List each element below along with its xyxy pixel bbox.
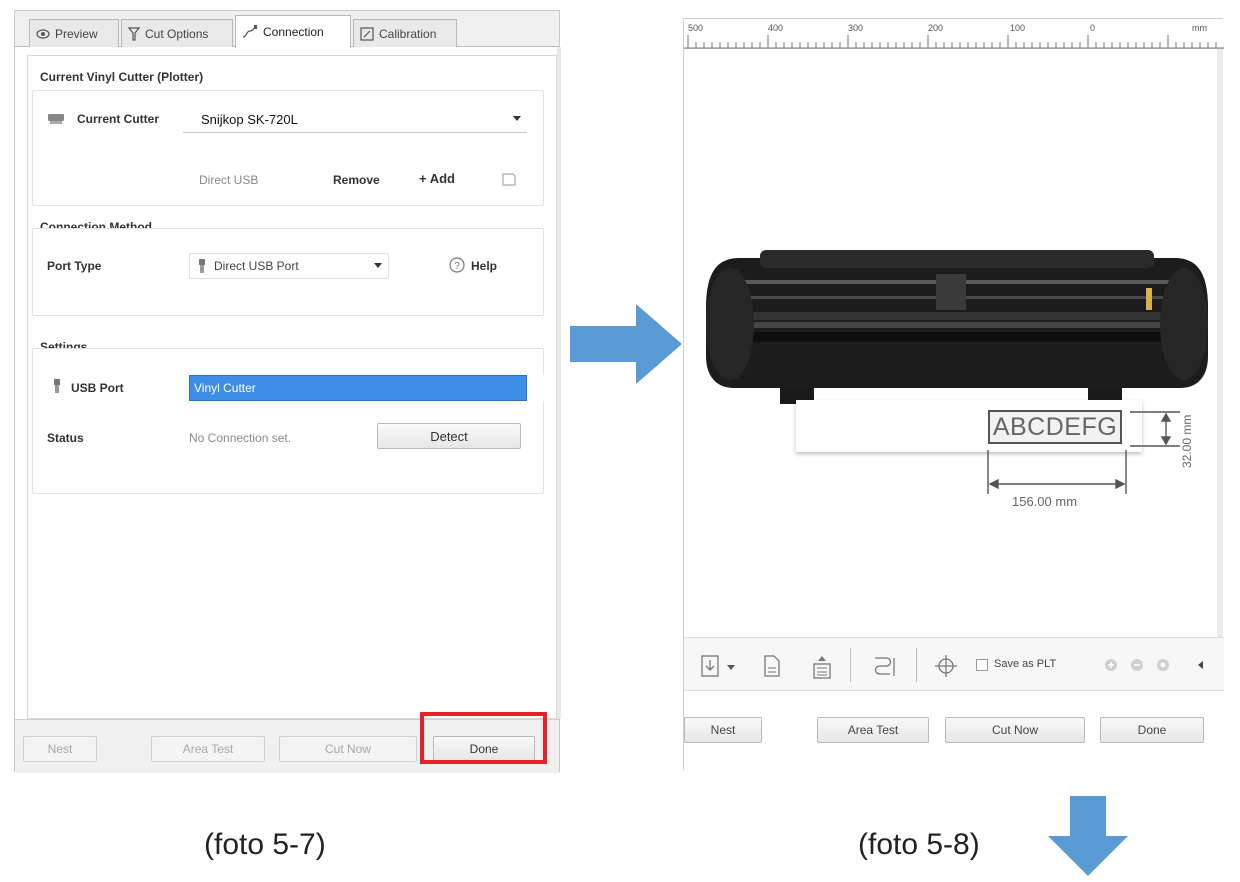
- ruler-label-300: 300: [848, 23, 864, 33]
- area-test-button[interactable]: Area Test: [817, 717, 929, 743]
- help-button[interactable]: Help: [471, 259, 497, 273]
- right-arrow-icon: [570, 304, 682, 384]
- weed-icon[interactable]: [810, 654, 834, 680]
- port-type-value: Direct USB Port: [214, 259, 299, 273]
- port-type-select[interactable]: Direct USB Port: [189, 253, 389, 279]
- ruler-ticks: [684, 35, 1224, 49]
- usb-port-dropdown-button[interactable]: [527, 375, 549, 401]
- tab-cut-options[interactable]: Cut Options: [121, 19, 233, 47]
- zoom-in-icon[interactable]: [1104, 658, 1118, 672]
- tab-bar: Preview Cut Options Connection Calibrati…: [15, 11, 559, 48]
- zoom-out-icon[interactable]: [1130, 658, 1144, 672]
- ruler-label-0: 0: [1090, 23, 1096, 33]
- current-cutter-section-title: Current Vinyl Cutter (Plotter): [40, 70, 204, 84]
- crosshair-icon[interactable]: [934, 654, 958, 678]
- current-cutter-select[interactable]: Snijkop SK-720L: [183, 107, 527, 133]
- connection-settings-panel: Current Vinyl Cutter (Plotter) Current C…: [27, 55, 557, 719]
- ruler-label-200: 200: [928, 23, 944, 33]
- plotter-icon: [48, 114, 64, 124]
- horizontal-ruler: 500 400 300 200 100 0 mm: [684, 19, 1224, 49]
- height-dimension-label: 32.00 mm: [1180, 414, 1194, 468]
- help-icon[interactable]: ?: [449, 257, 465, 273]
- usb-port-value: Vinyl Cutter: [194, 381, 256, 395]
- vinyl-cutter-image: [706, 250, 1208, 404]
- status-label: Status: [47, 431, 84, 445]
- current-cutter-value: Snijkop SK-720L: [201, 112, 298, 127]
- add-cutter-button[interactable]: + Add: [419, 171, 455, 186]
- cut-icon: [128, 26, 140, 41]
- document-icon[interactable]: [762, 654, 782, 678]
- port-type-label: Port Type: [47, 259, 102, 273]
- scrollbar[interactable]: [557, 47, 561, 719]
- tab-calibration[interactable]: Calibration: [353, 19, 457, 47]
- usb-icon: [54, 379, 60, 393]
- down-arrow-icon: [1048, 796, 1128, 876]
- toolbar-divider: [850, 648, 851, 682]
- settings-group: USB Port Vinyl Cutter Status No Connecti…: [32, 348, 549, 494]
- usb-icon: [199, 259, 205, 273]
- ruler-label-400: 400: [768, 23, 784, 33]
- tab-cut-options-label: Cut Options: [145, 26, 209, 41]
- connection-method-group: Port Type Direct USB Port ? Help: [32, 228, 544, 316]
- save-as-plt-checkbox[interactable]: [976, 659, 988, 671]
- usb-port-label: USB Port: [71, 381, 124, 395]
- tab-connection[interactable]: Connection: [235, 15, 351, 48]
- preview-footer: Nest Area Test Cut Now Done: [684, 691, 1224, 771]
- area-test-button[interactable]: Area Test: [151, 736, 265, 762]
- cutter-connection-text: Direct USB: [199, 173, 259, 187]
- remove-cutter-button[interactable]: Remove: [333, 173, 380, 187]
- path-icon[interactable]: [872, 654, 900, 680]
- tab-preview-label: Preview: [55, 26, 98, 41]
- zoom-fit-icon[interactable]: [1156, 658, 1170, 672]
- cut-settings-dialog: Preview Cut Options Connection Calibrati…: [14, 10, 561, 773]
- done-button[interactable]: Done: [1100, 717, 1204, 743]
- chevron-down-icon: [513, 116, 521, 121]
- cable-icon: [242, 25, 258, 38]
- save-as-plt-label: Save as PLT: [994, 658, 1057, 670]
- cut-now-button[interactable]: Cut Now: [279, 736, 417, 762]
- nest-button[interactable]: Nest: [23, 736, 97, 762]
- nest-button[interactable]: Nest: [684, 717, 762, 743]
- ruler-label-100: 100: [1010, 23, 1026, 33]
- usb-port-select[interactable]: Vinyl Cutter: [189, 375, 527, 401]
- preview-toolbar: Save as PLT: [684, 637, 1224, 691]
- ruler-unit: mm: [1192, 23, 1207, 33]
- cut-now-button[interactable]: Cut Now: [945, 717, 1085, 743]
- tab-preview[interactable]: Preview: [29, 19, 119, 47]
- caption-left: (foto 5-7): [204, 828, 326, 861]
- width-dimension-label: 156.00 mm: [1012, 494, 1078, 509]
- toolbar-divider: [916, 648, 917, 682]
- ruler-label-500: 500: [688, 23, 704, 33]
- tab-connection-label: Connection: [263, 25, 324, 39]
- chevron-left-icon[interactable]: [1196, 660, 1204, 670]
- svg-text:?: ?: [454, 261, 460, 272]
- chevron-down-icon: [374, 263, 382, 268]
- done-highlight-box: [420, 712, 547, 764]
- detect-button[interactable]: Detect: [377, 423, 521, 449]
- cutter-settings-icon[interactable]: [501, 171, 517, 187]
- eye-icon: [36, 28, 50, 39]
- status-value: No Connection set.: [189, 431, 292, 445]
- chevron-down-icon[interactable]: [726, 664, 736, 672]
- current-cutter-label: Current Cutter: [77, 112, 160, 126]
- calibration-icon: [360, 26, 374, 41]
- tab-calibration-label: Calibration: [379, 26, 437, 41]
- current-cutter-group: Current Cutter Snijkop SK-720L Direct US…: [32, 90, 544, 206]
- dimension-lines: [987, 411, 1180, 494]
- caption-right: (foto 5-8): [858, 828, 980, 861]
- canvas-scrollbar[interactable]: [1217, 49, 1223, 657]
- import-icon[interactable]: [700, 654, 722, 678]
